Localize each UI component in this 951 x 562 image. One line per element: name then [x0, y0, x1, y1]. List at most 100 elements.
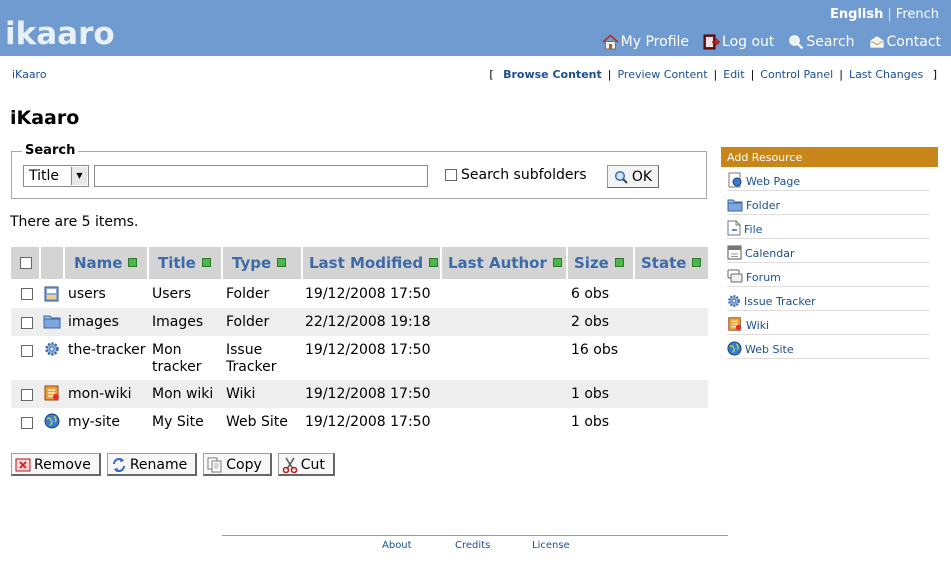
add-wiki[interactable]: Wiki — [727, 311, 930, 335]
views-separator: | — [839, 68, 843, 81]
search-link[interactable]: Search — [788, 34, 855, 50]
breadcrumb-row: iKaaro [ Browse Content | Preview Content |… — [0, 66, 951, 84]
column-title[interactable]: Title — [149, 247, 221, 279]
sort-icon — [128, 258, 138, 267]
tab-edit[interactable]: Edit — [723, 68, 744, 81]
row-modified: 22/12/2008 19:18 — [305, 314, 431, 330]
search-ok-label: OK — [631, 168, 653, 185]
add-wiki-label: Wiki — [746, 319, 770, 332]
webpage-icon — [728, 172, 742, 188]
tab-preview-content[interactable]: Preview Content — [617, 68, 707, 81]
contact-label: Contact — [886, 34, 941, 50]
copy-label: Copy — [226, 457, 262, 473]
row-type: Issue Tracker — [226, 342, 277, 375]
breadcrumb[interactable]: iKaaro — [12, 68, 47, 81]
row-title: Mon wiki — [152, 386, 214, 402]
column-last-modified[interactable]: Last Modified — [303, 247, 440, 279]
search-field-select[interactable]: Title ▼ — [23, 165, 89, 187]
row-checkbox[interactable] — [21, 417, 33, 429]
column-name-label: Name — [74, 254, 123, 272]
item-count: There are 5 items. — [10, 214, 139, 230]
search-subfolders-option: Search subfolders — [445, 167, 587, 183]
add-web-site[interactable]: Web Site — [727, 335, 930, 359]
row-type: Folder — [226, 314, 270, 330]
views-open-bracket: [ — [489, 68, 494, 81]
tab-last-changes[interactable]: Last Changes — [849, 68, 923, 81]
table-row: mon-wiki Mon wiki Wiki 19/12/2008 17:50 … — [11, 380, 708, 408]
house-icon — [602, 34, 619, 50]
wiki-icon — [728, 317, 742, 331]
row-name-link[interactable]: mon-wiki — [68, 386, 131, 403]
table-row: images Images Folder 22/12/2008 19:18 2 … — [11, 308, 708, 336]
contact-icon — [869, 36, 884, 48]
row-size: 16 obs — [571, 342, 619, 358]
add-folder[interactable]: Folder — [727, 191, 930, 215]
tab-control-panel[interactable]: Control Panel — [760, 68, 833, 81]
row-checkbox[interactable] — [21, 288, 33, 300]
row-name-link[interactable]: my-site — [68, 414, 120, 431]
column-name[interactable]: Name — [65, 247, 147, 279]
sort-icon — [614, 258, 624, 267]
add-resource-panel: Add Resource Web Page Folder File Calend… — [721, 147, 938, 359]
log-out-label: Log out — [722, 34, 775, 50]
logout-icon — [703, 34, 721, 50]
row-type: Wiki — [226, 386, 256, 402]
add-issue-tracker[interactable]: Issue Tracker — [727, 287, 930, 311]
sort-icon — [552, 258, 562, 267]
folder-icon — [43, 313, 61, 334]
row-type: Folder — [226, 286, 270, 302]
select-all-checkbox[interactable] — [20, 257, 32, 269]
copy-button[interactable]: Copy — [203, 453, 272, 476]
views-separator: | — [713, 68, 718, 81]
rename-label: Rename — [129, 457, 188, 473]
row-title: Users — [152, 286, 192, 302]
language-switcher: English | French — [830, 7, 939, 22]
add-web-page[interactable]: Web Page — [727, 167, 930, 191]
ikaaro-logo[interactable]: ikaaro — [5, 16, 115, 52]
my-profile-label: My Profile — [620, 34, 690, 50]
remove-icon — [15, 458, 31, 472]
top-header: ikaaro English | French My Profile Log out — [0, 0, 951, 56]
log-out-link[interactable]: Log out — [703, 34, 774, 50]
row-size: 1 obs — [571, 414, 610, 430]
row-checkbox[interactable] — [21, 345, 33, 357]
row-name-link[interactable]: users — [68, 286, 106, 303]
cut-label: Cut — [300, 457, 325, 473]
table-row: users Users Folder 19/12/2008 17:50 6 ob… — [11, 280, 708, 308]
add-file[interactable]: File — [727, 215, 930, 239]
column-size[interactable]: Size — [568, 247, 633, 279]
language-french[interactable]: French — [896, 7, 939, 22]
row-checkbox[interactable] — [21, 317, 33, 329]
row-name-link[interactable]: images — [68, 314, 119, 331]
tab-browse-content[interactable]: Browse Content — [503, 68, 602, 81]
footer-credits-link[interactable]: Credits — [455, 540, 490, 551]
column-type[interactable]: Type — [223, 247, 301, 279]
search-icon — [789, 35, 804, 50]
add-forum[interactable]: Forum — [727, 263, 930, 287]
tracker-gear-icon — [44, 341, 60, 362]
row-checkbox[interactable] — [21, 389, 33, 401]
search-ok-button[interactable]: OK — [607, 165, 659, 188]
calendar-icon — [727, 245, 742, 260]
column-last-author[interactable]: Last Author — [442, 247, 566, 279]
cut-button[interactable]: Cut — [277, 453, 335, 476]
my-profile-link[interactable]: My Profile — [602, 34, 689, 50]
search-legend: Search — [22, 143, 79, 158]
column-state[interactable]: State — [635, 247, 708, 279]
footer-license-link[interactable]: License — [532, 540, 570, 551]
contact-link[interactable]: Contact — [869, 34, 941, 50]
search-subfolders-checkbox[interactable] — [445, 169, 457, 181]
search-input[interactable] — [94, 165, 428, 187]
forum-icon — [727, 269, 743, 283]
sort-icon — [277, 258, 287, 267]
remove-button[interactable]: Remove — [11, 453, 101, 476]
add-resource-title: Add Resource — [721, 147, 938, 167]
file-icon — [727, 220, 741, 236]
row-name-link[interactable]: the-tracker — [68, 342, 146, 359]
add-calendar[interactable]: Calendar — [727, 239, 930, 263]
footer-about-link[interactable]: About — [382, 540, 412, 551]
rename-button[interactable]: Rename — [106, 453, 198, 476]
add-issue-tracker-label: Issue Tracker — [744, 295, 816, 308]
language-english[interactable]: English — [830, 7, 883, 22]
row-modified: 19/12/2008 17:50 — [305, 342, 431, 358]
